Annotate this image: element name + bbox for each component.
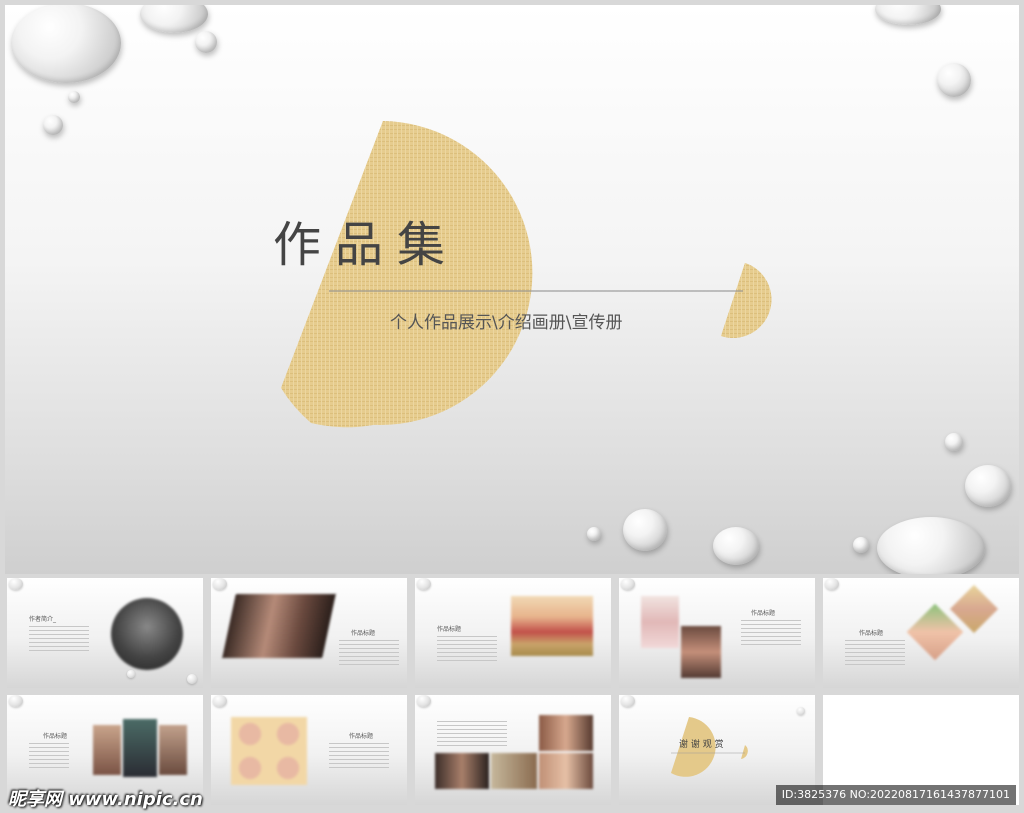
thumbnail-slide-3[interactable]: 作品标题 <box>415 578 611 688</box>
slide-subtitle: 个人作品展示\介绍画册\宣传册 <box>390 313 623 333</box>
slide-decoration <box>281 121 772 428</box>
portrait-photo <box>539 753 593 789</box>
thumb-heading: 作品标题 <box>43 733 68 740</box>
water-drop <box>587 527 601 541</box>
water-drop <box>195 31 217 53</box>
portrait-photo <box>641 596 679 648</box>
portrait-photo <box>123 719 157 777</box>
portrait-photo <box>681 626 721 678</box>
thumbnail-slide-7[interactable]: 作品标题 <box>211 695 407 805</box>
photo-grid <box>231 717 307 785</box>
water-drop <box>853 537 869 553</box>
thumb-heading: 作者简介_ <box>29 616 57 623</box>
water-drop <box>43 115 63 135</box>
water-drop <box>965 465 1011 507</box>
water-drop <box>937 63 971 97</box>
portrait-photo <box>159 725 187 775</box>
site-watermark: 昵享网 www.nipic.cn <box>8 789 203 810</box>
thumbnail-slide-5[interactable]: 作品标题 <box>823 578 1019 688</box>
thumbnail-strip: 作者简介_ 作品标题 作品标题 作品标题 作品标题 作品标题 作品标题 谢 谢 … <box>5 578 1019 808</box>
thumb-heading: 作品标题 <box>859 630 884 637</box>
portrait-photo <box>491 753 537 789</box>
main-slide: 作品集 个人作品展示\介绍画册\宣传册 <box>5 5 1019 574</box>
slide-title: 作品集 <box>273 217 460 273</box>
portrait-photo <box>93 725 121 775</box>
water-drop <box>713 527 759 565</box>
thumb-heading: 作品标题 <box>349 733 374 740</box>
thumb-heading: 谢 谢 观 赏 <box>679 740 724 750</box>
water-drop <box>877 517 985 574</box>
landscape-photo <box>511 596 593 656</box>
thumbnail-slide-1[interactable]: 作者简介_ <box>7 578 203 688</box>
water-drop <box>623 509 667 551</box>
thumb-heading: 作品标题 <box>437 626 462 633</box>
portrait-photo <box>435 753 489 789</box>
thumbnail-slide-8[interactable] <box>415 695 611 805</box>
water-drop <box>68 91 80 103</box>
thumb-heading: 作品标题 <box>751 610 776 617</box>
portrait-photo <box>222 594 336 658</box>
portrait-photo <box>111 598 183 670</box>
thumbnail-slide-4[interactable]: 作品标题 <box>619 578 815 688</box>
image-id-label: ID:3825376 NO:20220817161437877101 <box>775 785 1016 805</box>
portrait-photo <box>539 715 593 751</box>
thumbnail-slide-2[interactable]: 作品标题 <box>211 578 407 688</box>
water-drop <box>945 433 963 451</box>
water-drop <box>11 5 121 83</box>
thumb-heading: 作品标题 <box>351 630 376 637</box>
